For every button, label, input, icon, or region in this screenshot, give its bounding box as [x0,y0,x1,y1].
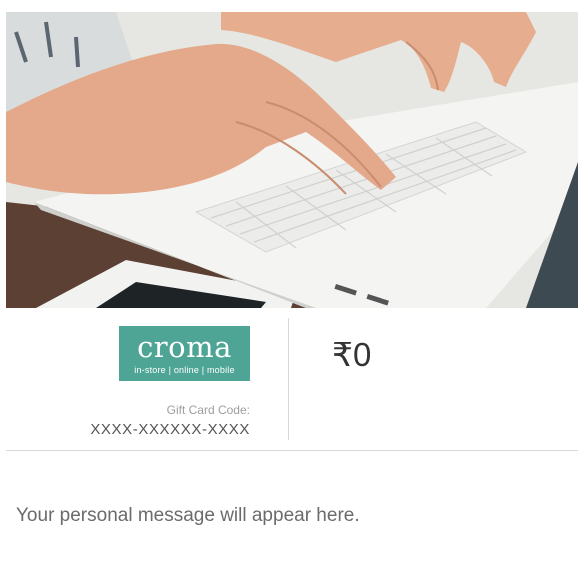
horizontal-divider [6,450,578,451]
gift-card-amount: ₹0 [332,336,372,373]
laptop-typing-photo [6,12,578,308]
logo-tagline: in-store | online | mobile [134,365,235,375]
gift-card-code-value: XXXX-XXXXXX-XXXX [90,421,250,438]
gift-card-preview: croma in-store | online | mobile Gift Ca… [0,0,580,568]
hero-image [6,12,578,308]
personal-message: Your personal message will appear here. [16,505,360,526]
gift-card-code-label: Gift Card Code: [166,403,250,417]
logo-wordmark: croma [137,330,232,364]
croma-logo: croma in-store | online | mobile [119,326,250,381]
vertical-divider [288,318,289,440]
